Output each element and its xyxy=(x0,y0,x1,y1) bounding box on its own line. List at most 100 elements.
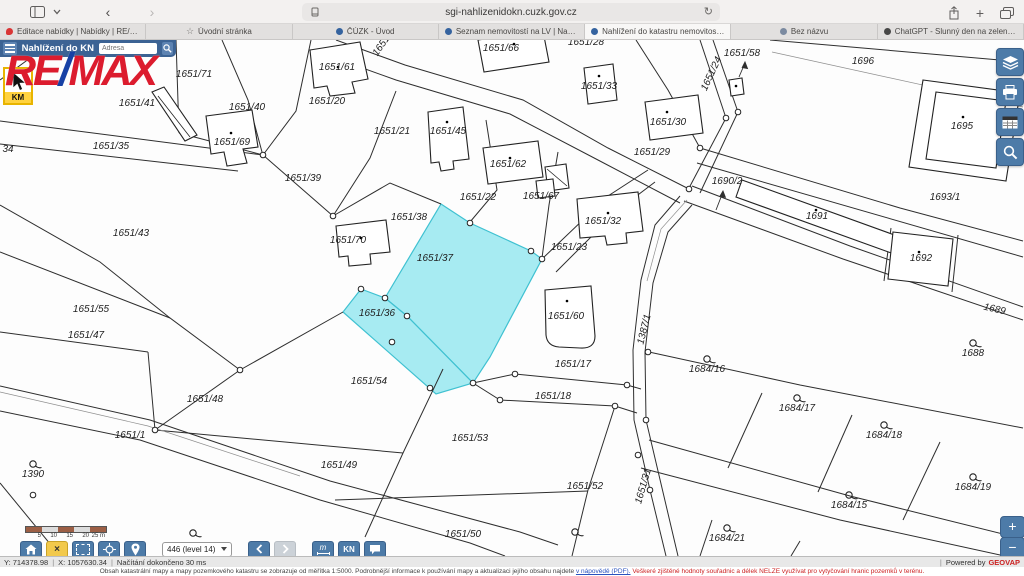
url-text: sgi-nahlizenidokn.cuzk.gov.cz xyxy=(445,7,577,18)
measure-button[interactable]: m xyxy=(312,541,334,557)
cuzk-favicon xyxy=(445,28,452,35)
clear-selection-button[interactable]: × xyxy=(46,541,68,557)
tab-remax-editace[interactable]: Editace nabídky | Nabídky | RE/MAX Česká… xyxy=(0,24,146,39)
parcel-label: 1688 xyxy=(962,348,985,359)
landuse-symbol xyxy=(794,395,806,402)
feedback-button[interactable] xyxy=(364,541,386,557)
globe-favicon xyxy=(780,28,787,35)
zoom-level-select[interactable]: 446 (level 14) xyxy=(162,542,232,557)
parcel-label: 1651/47 xyxy=(68,330,105,341)
parcel-label: 1684/17 xyxy=(779,403,816,414)
parcel-label: 1651/37 xyxy=(417,253,454,264)
parcel-label: 1684/21 xyxy=(709,533,745,544)
tab-chatgpt[interactable]: ChatGPT - Slunný den na zelené zahradě xyxy=(878,24,1024,39)
new-tab-button[interactable]: + xyxy=(976,3,984,23)
chevron-down-icon[interactable] xyxy=(53,2,61,22)
history-forward-button[interactable] xyxy=(274,541,296,557)
parcel-label: 1695 xyxy=(951,121,974,132)
layers-icon xyxy=(1002,55,1019,70)
parcel-label: 1651/28 xyxy=(568,40,605,48)
pin-button[interactable] xyxy=(124,541,146,557)
locate-button[interactable] xyxy=(98,541,120,557)
share-icon[interactable] xyxy=(948,3,960,23)
parcel-label: 1390 xyxy=(22,469,45,480)
history-back-button[interactable] xyxy=(248,541,270,557)
zoom-out-button[interactable]: − xyxy=(1000,537,1024,556)
crosshair-icon xyxy=(103,543,116,556)
sidebar-icon[interactable] xyxy=(30,2,45,22)
parcel-label: 1651/61 xyxy=(319,62,355,73)
browser-window: ‹ › sgi-nahlizenidokn.cuzk.gov.cz ↻ + Ed… xyxy=(0,0,1024,576)
landuse-symbol xyxy=(970,340,982,347)
parcel-label: 1651/30 xyxy=(650,117,687,128)
scale-bar xyxy=(25,526,107,533)
landuse-symbol xyxy=(881,422,893,429)
parcel-label: 1651/54 xyxy=(351,376,388,387)
measure-icon xyxy=(317,552,330,555)
landuse-symbol xyxy=(970,474,982,481)
address-bar[interactable]: sgi-nahlizenidokn.cuzk.gov.cz ↻ xyxy=(302,3,720,21)
parcel-label: 1651/62 xyxy=(490,159,527,170)
reload-icon[interactable]: ↻ xyxy=(704,5,713,18)
parcel-label: 1651/20 xyxy=(309,96,346,107)
cuzk-favicon xyxy=(336,28,343,35)
tab-uvodni-stranka[interactable]: ☆Úvodní stránka xyxy=(146,24,292,39)
parcel-label: 1651/31 xyxy=(633,467,654,505)
magnifier-button[interactable] xyxy=(996,138,1024,166)
tab-overview-icon[interactable] xyxy=(1000,3,1014,23)
parcel-label: 1684/19 xyxy=(955,482,992,493)
chevron-right-icon xyxy=(282,544,289,554)
magnifier-icon xyxy=(1003,145,1018,160)
tab-cuzk-uvod[interactable]: ČÚZK - Úvod xyxy=(293,24,439,39)
parcel-label: 1651/55 xyxy=(73,304,110,315)
tab-seznam-nemovitosti[interactable]: Seznam nemovitostí na LV | Nahlížení do … xyxy=(439,24,585,39)
tab-nahlizeni-active[interactable]: Nahlížení do katastru nemovitostí (stand… xyxy=(585,24,731,39)
load-status: Načítání dokončeno 30 ms xyxy=(117,558,206,567)
parcel-label: 1651/4 xyxy=(371,40,398,58)
chevron-left-icon xyxy=(256,544,263,554)
parcel-label: 1651/23 xyxy=(551,242,588,253)
landuse-symbol xyxy=(572,529,584,536)
parcel-label: 1651/18 xyxy=(535,391,572,402)
parcel-label: 1651/40 xyxy=(229,102,266,113)
landuse-symbol xyxy=(704,356,716,363)
tab-bar: Editace nabídky | Nabídky | RE/MAX Česká… xyxy=(0,24,1024,40)
parcel-label: 1689 xyxy=(982,302,1007,318)
chevron-down-icon xyxy=(221,547,227,551)
rect-select-button[interactable] xyxy=(72,541,94,557)
parcel-label: 1696 xyxy=(852,56,875,67)
parcel-label: 1684/18 xyxy=(866,430,903,441)
map-area: 341651/411651/711651/401651/691651/35165… xyxy=(0,40,1024,556)
zoom-in-button[interactable]: + xyxy=(1000,516,1024,538)
home-button[interactable] xyxy=(20,541,42,557)
parcel-label: 1651/48 xyxy=(187,394,224,405)
map-canvas[interactable]: 341651/411651/711651/401651/691651/35165… xyxy=(0,40,1024,556)
parcel-label: 1651/45 xyxy=(430,126,467,137)
parcel-label: 1651/53 xyxy=(452,433,489,444)
forward-button[interactable]: › xyxy=(141,4,163,20)
layers-button[interactable] xyxy=(996,48,1024,76)
parcel-label: 1651/1 xyxy=(115,430,146,441)
parcel-label: 1684/16 xyxy=(689,364,726,375)
print-icon xyxy=(1002,85,1018,100)
tab-bez-nazvu[interactable]: Bez názvu xyxy=(731,24,877,39)
cuzk-favicon xyxy=(591,28,598,35)
parcel-label: 1651/22 xyxy=(460,192,497,203)
parcel-label: 1651/17 xyxy=(555,359,592,370)
parcel-label: 1693/1 xyxy=(930,192,961,203)
kn-button[interactable]: KN xyxy=(338,541,360,557)
help-pdf-link[interactable]: v nápovědě (PDF). xyxy=(576,568,631,575)
home-icon xyxy=(25,544,37,555)
parcel-label: 1651/69 xyxy=(214,137,251,148)
parcel-label: 1651/50 xyxy=(445,529,482,540)
table-button[interactable] xyxy=(996,108,1024,136)
back-button[interactable]: ‹ xyxy=(97,4,119,20)
page-settings-icon[interactable] xyxy=(310,7,320,20)
parcel-label: 1651/49 xyxy=(321,460,358,471)
print-button[interactable] xyxy=(996,78,1024,106)
geovap-brand[interactable]: GEOVAP xyxy=(988,558,1020,567)
search-icon[interactable] xyxy=(162,42,173,55)
coord-x: X: 1057630.34 xyxy=(58,558,107,567)
status-bar: Y: 714378.98 | X: 1057630.34 | Načítání … xyxy=(0,556,1024,567)
chat-bubble-icon xyxy=(369,544,381,555)
